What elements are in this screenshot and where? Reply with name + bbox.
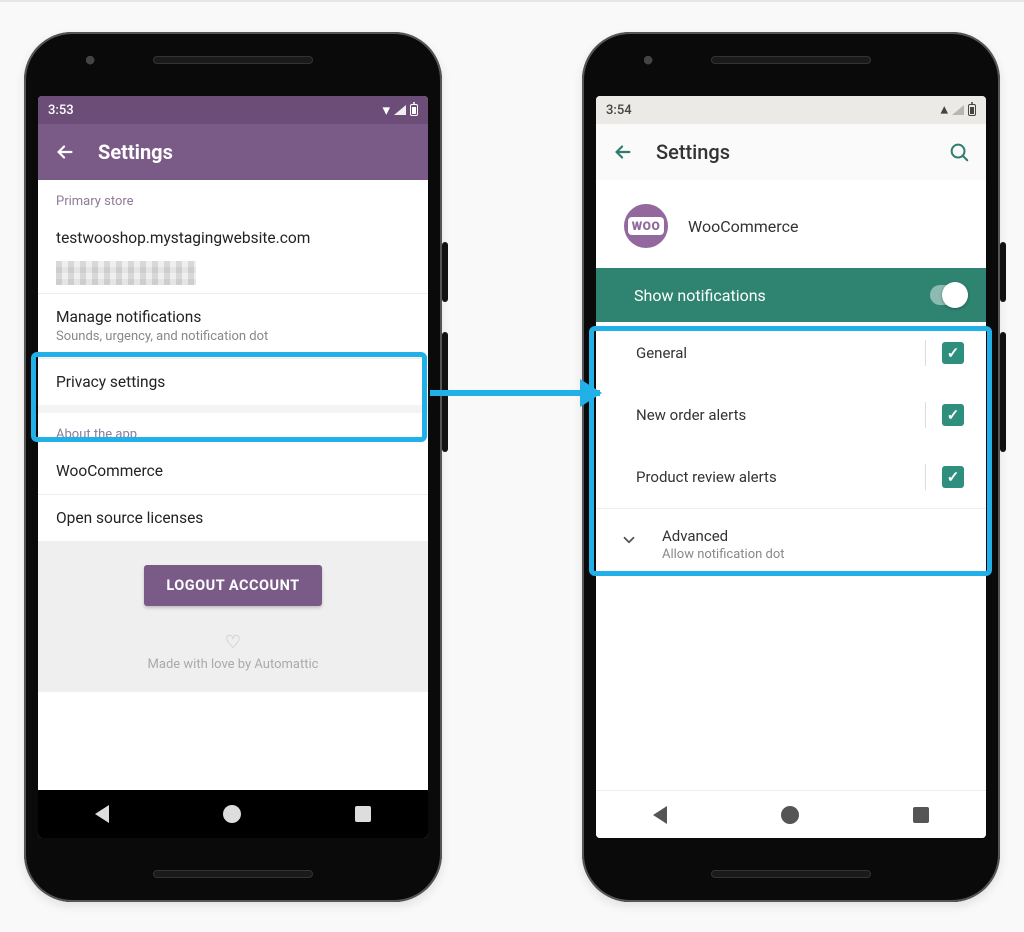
store-row[interactable]: testwooshop.mystagingwebsite.com: [38, 215, 428, 261]
battery-icon: [968, 104, 976, 116]
checkbox-icon[interactable]: ✓: [942, 342, 964, 364]
manage-notifications-sub: Sounds, urgency, and notification dot: [56, 329, 410, 344]
privacy-settings-title: Privacy settings: [56, 373, 410, 391]
nav-home-icon[interactable]: [781, 806, 799, 824]
manage-notifications-row[interactable]: Manage notifications Sounds, urgency, an…: [38, 294, 428, 358]
nav-recents-icon[interactable]: [913, 807, 929, 823]
status-bar: 3:53 ▾: [38, 96, 428, 124]
android-nav-bar: [38, 790, 428, 838]
wifi-icon: ▾: [940, 103, 948, 118]
show-notifications-row[interactable]: Show notifications: [596, 268, 986, 322]
search-icon[interactable]: [948, 141, 970, 163]
back-icon[interactable]: [54, 141, 76, 163]
app-name: WooCommerce: [688, 217, 798, 236]
settings-content: Primary store testwooshop.mystagingwebsi…: [38, 180, 428, 790]
notifications-content: WOO WooCommerce Show notifications Gener…: [596, 180, 986, 790]
status-bar: 3:54 ▾: [596, 96, 986, 124]
show-notifications-toggle[interactable]: [930, 285, 968, 305]
privacy-settings-row[interactable]: Privacy settings: [38, 359, 428, 405]
phone-left: 3:53 ▾ Settings Primary store testwoosho…: [24, 32, 442, 902]
page-title: Settings: [656, 140, 730, 164]
nav-home-icon[interactable]: [223, 805, 241, 823]
clock: 3:53: [48, 103, 74, 118]
redacted-block: [56, 261, 196, 285]
signal-icon: [394, 105, 406, 115]
section-about: About the app: [38, 413, 428, 448]
store-url: testwooshop.mystagingwebsite.com: [56, 229, 410, 247]
logout-button[interactable]: LOGOUT ACCOUNT: [144, 565, 321, 606]
nav-back-icon[interactable]: [653, 806, 667, 824]
section-primary-store: Primary store: [38, 180, 428, 215]
screen-left: 3:53 ▾ Settings Primary store testwoosho…: [38, 96, 428, 838]
page-title: Settings: [98, 140, 173, 164]
checkbox-icon[interactable]: ✓: [942, 466, 964, 488]
battery-icon: [410, 104, 418, 116]
nav-recents-icon[interactable]: [355, 806, 371, 822]
woocommerce-app-icon: WOO: [624, 204, 668, 248]
advanced-title: Advanced: [662, 527, 785, 545]
footer-credit: ♡ Made with love by Automattic: [38, 616, 428, 692]
wifi-icon: ▾: [382, 103, 390, 118]
nav-back-icon[interactable]: [95, 805, 109, 823]
signal-icon: [952, 105, 964, 115]
heart-icon: ♡: [38, 632, 428, 653]
clock: 3:54: [606, 103, 632, 118]
phone-right: 3:54 ▾ Settings WOO WooCommerce: [582, 32, 1000, 902]
channel-reviews-row[interactable]: Product review alerts ✓: [596, 446, 986, 508]
advanced-sub: Allow notification dot: [662, 547, 785, 562]
manage-notifications-title: Manage notifications: [56, 308, 410, 326]
channel-general-row[interactable]: General ✓: [596, 322, 986, 384]
advanced-row[interactable]: Advanced Allow notification dot: [596, 509, 986, 580]
flow-arrow-icon: [430, 390, 600, 396]
checkbox-icon[interactable]: ✓: [942, 404, 964, 426]
android-nav-bar: [596, 790, 986, 838]
screen-right: 3:54 ▾ Settings WOO WooCommerce: [596, 96, 986, 838]
channel-orders-row[interactable]: New order alerts ✓: [596, 384, 986, 446]
back-icon[interactable]: [612, 141, 634, 163]
app-header-row: WOO WooCommerce: [596, 180, 986, 268]
licenses-row[interactable]: Open source licenses: [38, 494, 428, 541]
chevron-down-icon: [620, 531, 638, 553]
show-notifications-label: Show notifications: [634, 286, 766, 305]
app-bar: Settings: [38, 124, 428, 180]
app-bar: Settings: [596, 124, 986, 180]
about-woocommerce-row[interactable]: WooCommerce: [38, 448, 428, 494]
logout-area: LOGOUT ACCOUNT: [38, 541, 428, 616]
